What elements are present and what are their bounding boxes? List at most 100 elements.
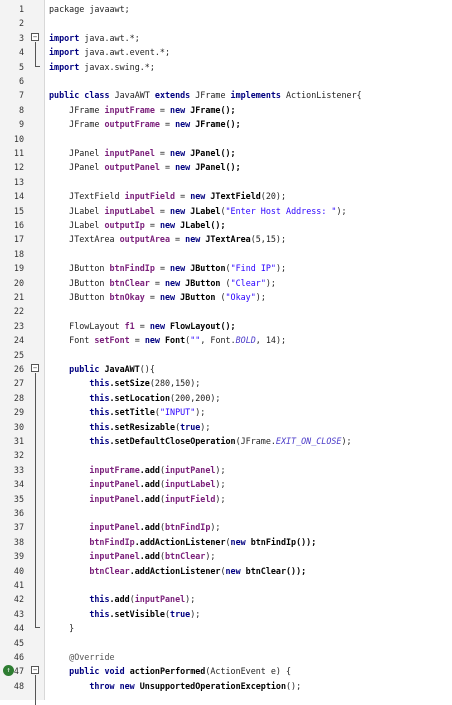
code-token: ); bbox=[255, 292, 266, 302]
code-line[interactable]: 13 bbox=[0, 175, 452, 189]
line-number: 44 bbox=[13, 623, 24, 634]
code-line[interactable]: 21 JButton btnOkay = new JButton ("Okay"… bbox=[0, 290, 452, 304]
code-line[interactable]: 45 bbox=[0, 636, 452, 650]
code-line[interactable]: 25 bbox=[0, 348, 452, 362]
code-token: Font bbox=[49, 335, 95, 346]
code-token: btnClear bbox=[109, 277, 150, 288]
code-line[interactable]: 3− import java.awt.*; bbox=[0, 31, 452, 45]
code-token: inputPanel bbox=[89, 479, 140, 490]
code-line[interactable]: 11 JPanel inputPanel = new JPanel(); bbox=[0, 146, 452, 160]
code-token: .add bbox=[139, 479, 160, 490]
code-line[interactable]: 2 bbox=[0, 16, 452, 30]
code-line[interactable]: 4 import java.awt.event.*; bbox=[0, 45, 452, 59]
code-line[interactable]: 47 ↑ − public void actionPerformed(ActionE… bbox=[0, 664, 452, 678]
code-token: throw new bbox=[89, 680, 140, 691]
code-line[interactable]: 32 bbox=[0, 448, 452, 462]
code-line[interactable]: 36 bbox=[0, 506, 452, 520]
code-line[interactable]: 42 this.add(inputPanel); bbox=[0, 592, 452, 606]
code-line[interactable]: 41 bbox=[0, 578, 452, 592]
fold-toggle-minus-box-icon[interactable]: − bbox=[31, 32, 39, 41]
code-line-text: JFrame outputFrame = new JFrame(); bbox=[49, 117, 240, 131]
code-line[interactable]: 12 JPanel outputPanel = new JPanel(); bbox=[0, 160, 452, 174]
line-number: 23 bbox=[13, 320, 24, 331]
code-token: .add bbox=[109, 594, 130, 605]
code-line[interactable]: 5 import javax.swing.*; bbox=[0, 60, 452, 74]
code-token: "Find IP" bbox=[230, 263, 276, 274]
code-token: JTextArea bbox=[205, 234, 251, 245]
code-token: (5,15); bbox=[250, 234, 287, 245]
code-line[interactable]: 10 bbox=[0, 132, 452, 146]
code-line[interactable]: 39 inputPanel.add(btnClear); bbox=[0, 549, 452, 563]
code-line[interactable]: 33 inputFrame.add(inputPanel); bbox=[0, 463, 452, 477]
code-token: ); bbox=[205, 551, 216, 562]
line-number: 43 bbox=[13, 608, 24, 619]
code-line[interactable]: 35 inputPanel.add(inputField); bbox=[0, 492, 452, 506]
line-number: 24 bbox=[13, 335, 24, 346]
code-line[interactable]: 20 JButton btnClear = new JButton ("Clea… bbox=[0, 276, 452, 290]
code-line[interactable]: 6 bbox=[0, 74, 452, 88]
code-line[interactable]: 23 FlowLayout f1 = new FlowLayout(); bbox=[0, 319, 452, 333]
code-token: new bbox=[190, 191, 211, 202]
code-token: (JFrame. bbox=[235, 436, 276, 446]
line-number: 33 bbox=[13, 464, 24, 475]
line-number: 18 bbox=[13, 248, 24, 259]
code-line[interactable]: 31 this.setDefaultCloseOperation(JFrame.… bbox=[0, 434, 452, 448]
code-line[interactable]: 24 Font setFont = new Font("", Font.BOLD… bbox=[0, 333, 452, 347]
code-token: @Override bbox=[69, 652, 115, 662]
code-line[interactable]: 15 JLabel inputLabel = new JLabel("Enter… bbox=[0, 204, 452, 218]
code-line[interactable]: 30 this.setResizable(true); bbox=[0, 420, 452, 434]
code-token: , 14); bbox=[255, 335, 287, 346]
line-number: 42 bbox=[13, 594, 24, 605]
fold-toggle-minus-box-icon[interactable]: − bbox=[31, 364, 39, 372]
code-line[interactable]: 8 JFrame inputFrame = new JFrame(); bbox=[0, 103, 452, 117]
code-token: JavaAWT bbox=[114, 90, 155, 101]
code-line[interactable]: 16 JLabel outputIp = new JLabel(); bbox=[0, 218, 452, 232]
code-line-text: package javaawt; bbox=[49, 2, 130, 16]
code-token: ); bbox=[210, 522, 221, 533]
fold-toggle-minus-box-icon[interactable]: − bbox=[31, 666, 39, 675]
code-token: actionPerformed bbox=[129, 666, 206, 677]
code-line[interactable]: 28 this.setLocation(200,200); bbox=[0, 391, 452, 405]
code-token: JLabel bbox=[190, 205, 221, 216]
code-line-text: JButton btnOkay = new JButton ("Okay"); bbox=[49, 290, 266, 304]
code-line-text: } bbox=[49, 621, 74, 635]
code-line[interactable]: 29 this.setTitle("INPUT"); bbox=[0, 405, 452, 419]
code-token: javax.swing.*; bbox=[84, 61, 155, 72]
code-line-text: btnFindIp.addActionListener(new btnFindI… bbox=[49, 535, 316, 549]
code-line[interactable]: 37 inputPanel.add(btnFindIp); bbox=[0, 520, 452, 534]
code-line[interactable]: 14 JTextField inputField = new JTextFiel… bbox=[0, 189, 452, 203]
code-token: = bbox=[154, 104, 171, 115]
code-line[interactable]: 22 bbox=[0, 304, 452, 318]
code-token: JFrame(); bbox=[190, 104, 236, 115]
code-editor[interactable]: 1 package javaawt; 2 3− import java.awt.*; 4 i… bbox=[0, 0, 452, 705]
code-line[interactable]: 46 @Override bbox=[0, 650, 452, 664]
code-line[interactable]: 17 JTextArea outputArea = new JTextArea(… bbox=[0, 232, 452, 246]
code-line[interactable]: 9 JFrame outputFrame = new JFrame(); bbox=[0, 117, 452, 131]
code-token: .add bbox=[139, 551, 160, 562]
code-token: new bbox=[175, 119, 196, 130]
code-token: .addActionListener bbox=[134, 536, 226, 547]
code-line[interactable]: 38 btnFindIp.addActionListener(new btnFi… bbox=[0, 535, 452, 549]
code-token: .add bbox=[139, 493, 160, 504]
code-line-text: this.setTitle("INPUT"); bbox=[49, 405, 205, 419]
code-token: .add bbox=[139, 464, 160, 475]
code-line[interactable]: 27 this.setSize(280,150); bbox=[0, 376, 452, 390]
code-line[interactable]: 40 btnClear.addActionListener(new btnCle… bbox=[0, 564, 452, 578]
code-line[interactable]: 44 } bbox=[0, 621, 452, 635]
code-line[interactable]: 26− public JavaAWT(){ bbox=[0, 362, 452, 376]
code-line[interactable]: 7 public class JavaAWT extends JFrame imp… bbox=[0, 88, 452, 102]
code-line[interactable]: 43 this.setVisible(true); bbox=[0, 607, 452, 621]
line-number: 16 bbox=[13, 220, 24, 230]
code-line[interactable]: 34 inputPanel.add(inputLabel); bbox=[0, 477, 452, 491]
code-line[interactable]: 48 throw new UnsupportedOperationExcepti… bbox=[0, 679, 452, 693]
code-line-text: this.setVisible(true); bbox=[49, 607, 200, 621]
code-line[interactable]: 18 bbox=[0, 247, 452, 261]
code-line[interactable]: 1 package javaawt; bbox=[0, 2, 452, 16]
code-token: JFrame bbox=[49, 119, 105, 130]
code-line[interactable]: 19 JButton btnFindIp = new JButton("Find… bbox=[0, 261, 452, 275]
line-number: 3 bbox=[18, 32, 24, 43]
